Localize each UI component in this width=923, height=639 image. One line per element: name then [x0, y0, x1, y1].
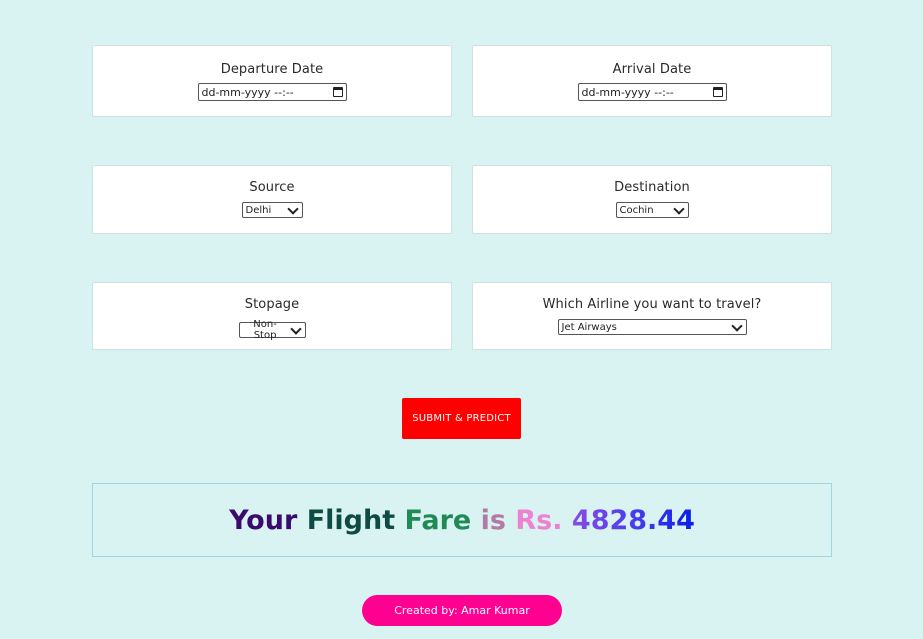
destination-value: Cochin — [619, 204, 654, 216]
stopage-select[interactable]: Non-Stop — [238, 319, 306, 341]
result-fare-value: 4828.44 — [571, 504, 695, 536]
chevron-down-icon — [286, 202, 299, 215]
source-label: Source — [249, 180, 295, 195]
result-word-currency: Rs. — [515, 504, 563, 536]
chevron-down-icon — [289, 322, 302, 335]
result-word-your: Your — [229, 504, 298, 536]
airline-value: Jet Airways — [561, 321, 617, 333]
chevron-down-icon — [672, 202, 685, 215]
calendar-icon[interactable] — [332, 87, 343, 97]
airline-card: Which Airline you want to travel? Jet Ai… — [472, 282, 832, 350]
source-value: Delhi — [245, 204, 272, 216]
calendar-icon[interactable] — [712, 87, 723, 97]
departure-date-label: Departure Date — [220, 62, 324, 77]
source-card: Source Delhi — [92, 165, 452, 234]
departure-date-card: Departure Date dd-mm-yyyy --:-- — [92, 45, 452, 117]
airline-label: Which Airline you want to travel? — [542, 297, 762, 312]
credit-badge[interactable]: Created by: Amar Kumar — [362, 595, 562, 626]
stopage-label: Stopage — [244, 297, 300, 312]
stopage-value: Non-Stop — [253, 319, 277, 341]
result-word-flight: Flight — [306, 504, 396, 536]
arrival-date-card: Arrival Date dd-mm-yyyy --:-- — [472, 45, 832, 117]
source-select[interactable]: Delhi — [241, 202, 303, 218]
destination-select[interactable]: Cochin — [615, 202, 689, 218]
destination-label: Destination — [614, 180, 690, 195]
arrival-date-input[interactable]: dd-mm-yyyy --:-- — [577, 83, 727, 101]
result-word-is: is — [480, 504, 506, 536]
departure-date-placeholder: dd-mm-yyyy --:-- — [201, 85, 294, 99]
arrival-date-label: Arrival Date — [612, 62, 692, 77]
submit-predict-button[interactable]: SUBMIT & PREDICT — [402, 398, 521, 439]
destination-card: Destination Cochin — [472, 165, 832, 234]
arrival-date-placeholder: dd-mm-yyyy --:-- — [581, 85, 674, 99]
stopage-card: Stopage Non-Stop — [92, 282, 452, 350]
chevron-down-icon — [730, 319, 743, 332]
departure-date-input[interactable]: dd-mm-yyyy --:-- — [197, 83, 347, 101]
airline-select[interactable]: Jet Airways — [557, 319, 747, 335]
result-word-fare: Fare — [404, 504, 472, 536]
fare-result-box: Your Flight Fare is Rs. 4828.44 — [92, 483, 832, 557]
